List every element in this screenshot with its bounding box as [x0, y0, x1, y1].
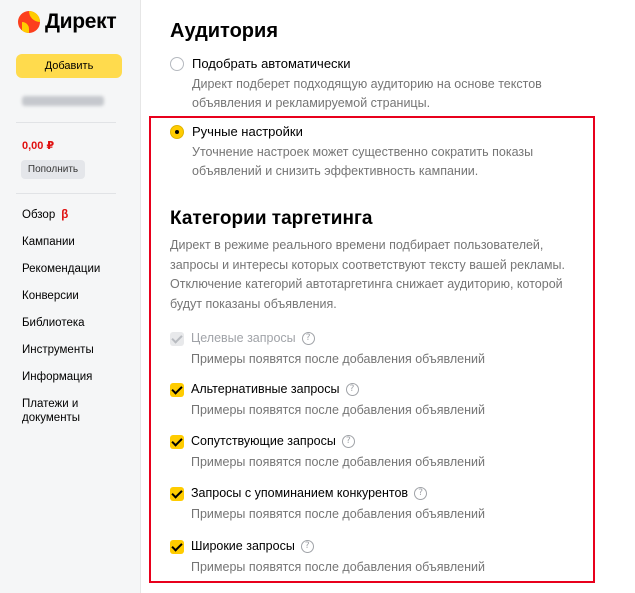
sidebar-item-conversions[interactable]: Конверсии — [22, 289, 112, 316]
user-login-blurred[interactable] — [22, 96, 104, 106]
category-label-text: Широкие запросы — [191, 539, 295, 553]
radio-checked[interactable] — [170, 125, 184, 139]
topup-button[interactable]: Пополнить — [21, 160, 85, 179]
help-icon[interactable]: ? — [414, 486, 428, 500]
category-label-text: Альтернативные запросы — [191, 382, 340, 396]
add-button[interactable]: Добавить — [16, 54, 122, 78]
sidebar: Директ Добавить 0,00 ₽ Пополнить Обзор β … — [0, 0, 141, 593]
category-hint: Примеры появятся после добавления объявл… — [191, 352, 485, 366]
main-content: Аудитория Подобрать автоматически Директ… — [141, 0, 635, 593]
sidebar-item-label: Рекомендации — [22, 263, 101, 275]
logo-text: Директ — [45, 10, 117, 33]
category-label-text: Целевые запросы — [191, 331, 296, 345]
sidebar-item-campaigns[interactable]: Кампании — [22, 235, 112, 262]
category-hint: Примеры появятся после добавления объявл… — [191, 455, 485, 469]
sidebar-item-label: Конверсии — [22, 290, 79, 302]
checkbox-checked[interactable] — [170, 435, 184, 449]
category-label-text: Сопутствующие запросы — [191, 434, 336, 448]
help-icon[interactable]: ? — [300, 539, 314, 553]
sidebar-item-recommendations[interactable]: Рекомендации — [22, 262, 112, 289]
category-hint: Примеры появятся после добавления объявл… — [191, 403, 485, 417]
option-label: Подобрать автоматически — [192, 56, 351, 71]
sidebar-item-information[interactable]: Информация — [22, 370, 112, 397]
sidebar-item-overview[interactable]: Обзор β — [22, 208, 112, 235]
option-description: Директ подберет подходящую аудиторию на … — [192, 77, 542, 110]
category-label: Сопутствующие запросы? — [191, 434, 355, 448]
radio-unchecked[interactable] — [170, 57, 184, 71]
category-label: Альтернативные запросы? — [191, 382, 359, 396]
logo[interactable]: Директ — [18, 10, 117, 34]
checkbox-checked[interactable] — [170, 383, 184, 397]
sidebar-item-payments[interactable]: Платежи и документы — [22, 397, 112, 431]
help-icon[interactable]: ? — [301, 331, 315, 345]
targeting-description: Директ в режиме реального времени подбир… — [170, 238, 565, 311]
checkbox-checked[interactable] — [170, 487, 184, 501]
checkbox-disabled — [170, 332, 184, 346]
audience-title: Аудитория — [170, 20, 278, 42]
sidebar-item-label: Платежи и документы — [22, 398, 81, 424]
sidebar-item-label: Информация — [22, 371, 93, 383]
category-hint: Примеры появятся после добавления объявл… — [191, 507, 485, 521]
checkbox-checked[interactable] — [170, 540, 184, 554]
beta-badge: β — [61, 209, 69, 221]
category-label: Широкие запросы? — [191, 539, 314, 553]
sidebar-item-label: Кампании — [22, 236, 75, 248]
help-icon[interactable]: ? — [345, 382, 359, 396]
sidebar-nav: Обзор β Кампании Рекомендации Конверсии Б… — [22, 208, 112, 431]
sidebar-item-tools[interactable]: Инструменты — [22, 343, 112, 370]
sidebar-item-label: Инструменты — [22, 344, 94, 356]
sidebar-item-library[interactable]: Библиотека — [22, 316, 112, 343]
category-label: Целевые запросы? — [191, 331, 315, 345]
category-label-text: Запросы с упоминанием конкурентов — [191, 486, 409, 500]
yandex-logo-icon — [18, 11, 40, 33]
option-description: Уточнение настроек может существенно сок… — [192, 145, 534, 178]
category-label: Запросы с упоминанием конкурентов? — [191, 486, 428, 500]
help-icon[interactable]: ? — [341, 434, 355, 448]
balance-amount: 0,00 ₽ — [22, 140, 55, 152]
sidebar-item-label: Обзор — [22, 209, 56, 221]
targeting-title: Категории таргетинга — [170, 208, 373, 229]
sidebar-item-label: Библиотека — [22, 317, 85, 329]
option-label: Ручные настройки — [192, 124, 303, 139]
category-hint: Примеры появятся после добавления объявл… — [191, 560, 485, 574]
divider — [16, 122, 116, 123]
divider — [16, 193, 116, 194]
